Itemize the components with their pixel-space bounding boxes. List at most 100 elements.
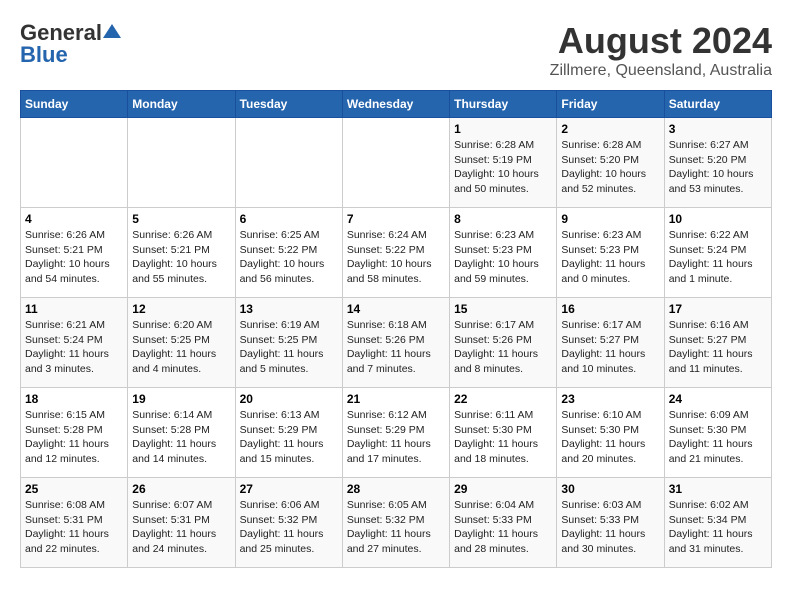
day-number: 10 [669,212,767,226]
day-number: 20 [240,392,338,406]
day-number: 7 [347,212,445,226]
calendar-cell: 26Sunrise: 6:07 AMSunset: 5:31 PMDayligh… [128,478,235,568]
page-subtitle: Zillmere, Queensland, Australia [550,62,772,80]
calendar-cell: 14 Sunrise: 6:18 AMSunset: 5:26 PMDayligh… [342,298,449,388]
logo-blue: Blue [20,42,68,68]
calendar-cell: 28 Sunrise: 6:05 AMSunset: 5:32 PMDayligh… [342,478,449,568]
day-number: 14 [347,302,445,316]
day-number: 25 [25,482,123,496]
day-info: Sunrise: 6:08 AMSunset: 5:31 PMDaylight:… [25,498,123,557]
calendar-cell [235,118,342,208]
day-info: Sunrise: 6:05 AMSunset: 5:32 PMDaylight:… [347,498,445,557]
calendar-cell: 21 Sunrise: 6:12 AMSunset: 5:29 PMDayligh… [342,388,449,478]
day-info: Sunrise: 6:13 AMSunset: 5:29 PMDaylight:… [240,408,338,467]
calendar-cell: 15 Sunrise: 6:17 AMSunset: 5:26 PMDayligh… [450,298,557,388]
calendar-cell: 17Sunrise: 6:16 AMSunset: 5:27 PMDayligh… [664,298,771,388]
day-number: 26 [132,482,230,496]
day-info: Sunrise: 6:16 AMSunset: 5:27 PMDaylight:… [669,318,767,377]
day-number: 12 [132,302,230,316]
day-number: 22 [454,392,552,406]
calendar-week-row: 18Sunrise: 6:15 AMSunset: 5:28 PMDayligh… [21,388,772,478]
day-number: 16 [561,302,659,316]
calendar-cell [342,118,449,208]
day-info: Sunrise: 6:25 AMSunset: 5:22 PMDaylight:… [240,228,338,287]
calendar-cell: 31 Sunrise: 6:02 AMSunset: 5:34 PMDayligh… [664,478,771,568]
day-info: Sunrise: 6:26 AMSunset: 5:21 PMDaylight:… [25,228,123,287]
calendar-cell: 6Sunrise: 6:25 AMSunset: 5:22 PMDaylight… [235,208,342,298]
header-thursday: Thursday [450,91,557,118]
page-title: August 2024 [550,20,772,62]
day-info: Sunrise: 6:17 AMSunset: 5:27 PMDaylight:… [561,318,659,377]
calendar-cell: 16 Sunrise: 6:17 AMSunset: 5:27 PMDayligh… [557,298,664,388]
day-info: Sunrise: 6:02 AMSunset: 5:34 PMDaylight:… [669,498,767,557]
calendar-cell: 22Sunrise: 6:11 AMSunset: 5:30 PMDayligh… [450,388,557,478]
header-saturday: Saturday [664,91,771,118]
day-info: Sunrise: 6:21 AMSunset: 5:24 PMDaylight:… [25,318,123,377]
calendar-cell: 19Sunrise: 6:14 AMSunset: 5:28 PMDayligh… [128,388,235,478]
calendar-cell: 18Sunrise: 6:15 AMSunset: 5:28 PMDayligh… [21,388,128,478]
day-info: Sunrise: 6:28 AMSunset: 5:20 PMDaylight:… [561,138,659,197]
header-monday: Monday [128,91,235,118]
calendar-cell: 5 Sunrise: 6:26 AMSunset: 5:21 PMDaylight… [128,208,235,298]
calendar-cell: 25 Sunrise: 6:08 AMSunset: 5:31 PMDayligh… [21,478,128,568]
day-number: 13 [240,302,338,316]
calendar-cell: 8Sunrise: 6:23 AMSunset: 5:23 PMDaylight… [450,208,557,298]
day-info: Sunrise: 6:10 AMSunset: 5:30 PMDaylight:… [561,408,659,467]
day-info: Sunrise: 6:24 AMSunset: 5:22 PMDaylight:… [347,228,445,287]
day-info: Sunrise: 6:26 AMSunset: 5:21 PMDaylight:… [132,228,230,287]
logo: General Blue [20,20,121,68]
calendar-cell: 30 Sunrise: 6:03 AMSunset: 5:33 PMDayligh… [557,478,664,568]
day-info: Sunrise: 6:23 AMSunset: 5:23 PMDaylight:… [561,228,659,287]
day-info: Sunrise: 6:09 AMSunset: 5:30 PMDaylight:… [669,408,767,467]
day-info: Sunrise: 6:12 AMSunset: 5:29 PMDaylight:… [347,408,445,467]
header-friday: Friday [557,91,664,118]
day-number: 21 [347,392,445,406]
day-number: 5 [132,212,230,226]
calendar-cell: 9 Sunrise: 6:23 AMSunset: 5:23 PMDaylight… [557,208,664,298]
day-info: Sunrise: 6:22 AMSunset: 5:24 PMDaylight:… [669,228,767,287]
day-info: Sunrise: 6:28 AMSunset: 5:19 PMDaylight:… [454,138,552,197]
day-number: 2 [561,122,659,136]
calendar-cell: 2 Sunrise: 6:28 AMSunset: 5:20 PMDaylight… [557,118,664,208]
day-info: Sunrise: 6:20 AMSunset: 5:25 PMDaylight:… [132,318,230,377]
calendar-cell: 3 Sunrise: 6:27 AMSunset: 5:20 PMDaylight… [664,118,771,208]
day-info: Sunrise: 6:14 AMSunset: 5:28 PMDaylight:… [132,408,230,467]
calendar-header-row: SundayMondayTuesdayWednesdayThursdayFrid… [21,91,772,118]
day-info: Sunrise: 6:03 AMSunset: 5:33 PMDaylight:… [561,498,659,557]
day-number: 1 [454,122,552,136]
day-info: Sunrise: 6:27 AMSunset: 5:20 PMDaylight:… [669,138,767,197]
day-number: 15 [454,302,552,316]
calendar-cell: 1 Sunrise: 6:28 AMSunset: 5:19 PMDaylight… [450,118,557,208]
day-number: 24 [669,392,767,406]
day-info: Sunrise: 6:23 AMSunset: 5:23 PMDaylight:… [454,228,552,287]
day-info: Sunrise: 6:18 AMSunset: 5:26 PMDaylight:… [347,318,445,377]
day-number: 23 [561,392,659,406]
calendar-cell [21,118,128,208]
calendar-cell [128,118,235,208]
header-sunday: Sunday [21,91,128,118]
page-header: General Blue August 2024 Zillmere, Queen… [20,20,772,80]
calendar-cell: 7 Sunrise: 6:24 AMSunset: 5:22 PMDaylight… [342,208,449,298]
header-wednesday: Wednesday [342,91,449,118]
day-number: 3 [669,122,767,136]
header-tuesday: Tuesday [235,91,342,118]
day-number: 9 [561,212,659,226]
day-number: 4 [25,212,123,226]
day-info: Sunrise: 6:19 AMSunset: 5:25 PMDaylight:… [240,318,338,377]
logo-icon [103,24,121,38]
title-block: August 2024 Zillmere, Queensland, Austra… [550,20,772,80]
day-info: Sunrise: 6:15 AMSunset: 5:28 PMDaylight:… [25,408,123,467]
day-number: 11 [25,302,123,316]
day-info: Sunrise: 6:06 AMSunset: 5:32 PMDaylight:… [240,498,338,557]
day-info: Sunrise: 6:04 AMSunset: 5:33 PMDaylight:… [454,498,552,557]
calendar-week-row: 11 Sunrise: 6:21 AMSunset: 5:24 PMDayligh… [21,298,772,388]
calendar-cell: 29Sunrise: 6:04 AMSunset: 5:33 PMDayligh… [450,478,557,568]
calendar-cell: 11 Sunrise: 6:21 AMSunset: 5:24 PMDayligh… [21,298,128,388]
day-number: 28 [347,482,445,496]
day-number: 30 [561,482,659,496]
day-number: 31 [669,482,767,496]
calendar-cell: 4 Sunrise: 6:26 AMSunset: 5:21 PMDaylight… [21,208,128,298]
day-info: Sunrise: 6:17 AMSunset: 5:26 PMDaylight:… [454,318,552,377]
calendar-cell: 24 Sunrise: 6:09 AMSunset: 5:30 PMDayligh… [664,388,771,478]
day-number: 27 [240,482,338,496]
